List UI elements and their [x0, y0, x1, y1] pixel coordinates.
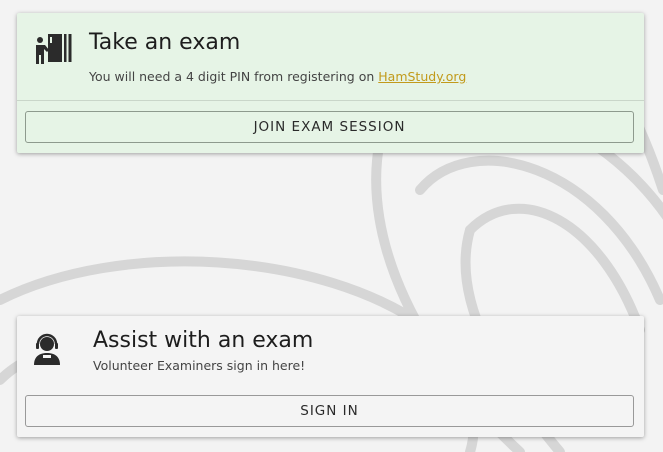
assist-exam-title: Assist with an exam — [93, 328, 314, 353]
hamstudy-link[interactable]: HamStudy.org — [378, 69, 466, 84]
take-exam-subtitle-text: You will need a 4 digit PIN from registe… — [89, 69, 379, 84]
exam-board-person-icon — [34, 32, 72, 66]
sign-in-button[interactable]: SIGN IN — [25, 395, 634, 427]
assist-exam-subtitle: Volunteer Examiners sign in here! — [93, 358, 306, 373]
join-exam-session-button[interactable]: JOIN EXAM SESSION — [25, 111, 634, 143]
take-exam-subtitle: You will need a 4 digit PIN from registe… — [89, 69, 466, 84]
assist-exam-header: Assist with an exam Volunteer Examiners … — [17, 316, 644, 388]
take-exam-card: Take an exam You will need a 4 digit PIN… — [17, 13, 644, 153]
assist-exam-card: Assist with an exam Volunteer Examiners … — [17, 316, 644, 437]
take-exam-title: Take an exam — [89, 30, 241, 55]
take-exam-header: Take an exam You will need a 4 digit PIN… — [17, 13, 644, 101]
headset-user-icon — [32, 332, 62, 366]
